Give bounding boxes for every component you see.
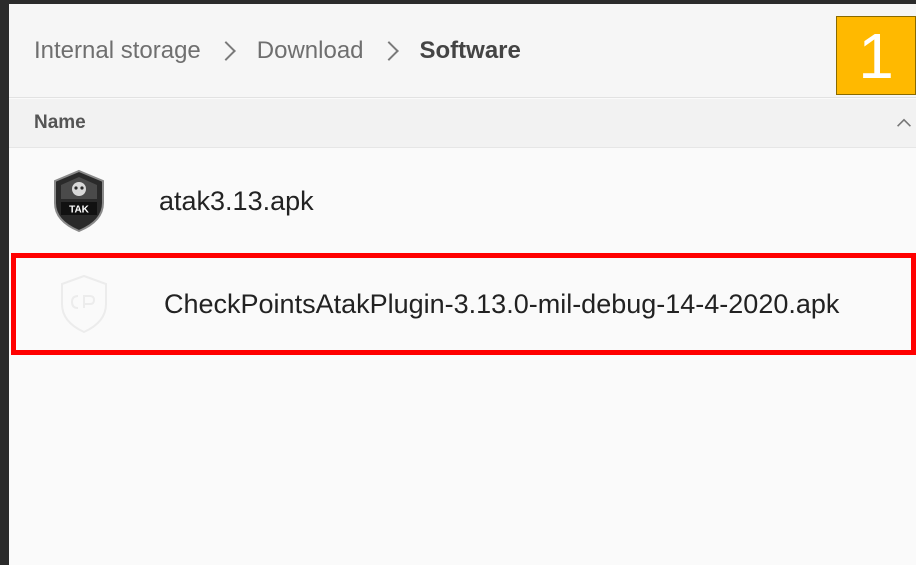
- file-name: CheckPointsAtakPlugin-3.13.0-mil-debug-1…: [164, 288, 840, 319]
- plugin-shield-icon: [61, 274, 107, 334]
- svg-text:TAK: TAK: [69, 205, 90, 216]
- breadcrumb-download[interactable]: Download: [257, 37, 364, 65]
- file-manager-window: Internal storage Download Software 1 Nam…: [0, 0, 916, 565]
- step-number-badge: 1: [836, 16, 916, 95]
- sort-ascending-icon[interactable]: [896, 115, 912, 131]
- chevron-right-icon: [378, 40, 399, 61]
- breadcrumb-internal-storage[interactable]: Internal storage: [34, 37, 201, 65]
- column-header-name[interactable]: Name: [9, 99, 916, 148]
- column-name-label: Name: [34, 112, 86, 133]
- file-list: TAK atak3.13.apk CheckPointsAtakPlugin-3…: [9, 149, 916, 355]
- breadcrumb: Internal storage Download Software: [9, 4, 916, 98]
- list-item-atak[interactable]: TAK atak3.13.apk: [9, 149, 916, 253]
- file-name: atak3.13.apk: [159, 185, 314, 216]
- tak-app-icon: TAK: [54, 169, 104, 233]
- breadcrumb-software: Software: [419, 36, 521, 64]
- chevron-right-icon: [215, 40, 236, 61]
- list-item-checkpoints-plugin[interactable]: CheckPointsAtakPlugin-3.13.0-mil-debug-1…: [11, 253, 916, 355]
